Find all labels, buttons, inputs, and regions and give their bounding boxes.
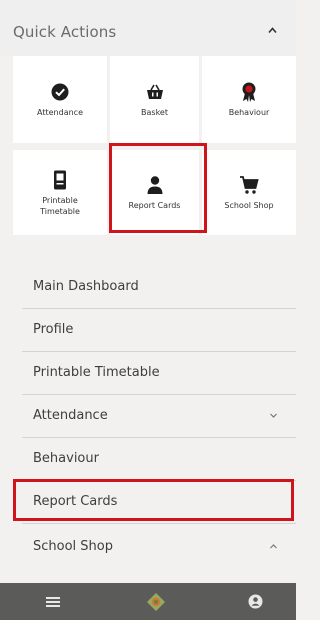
tile-basket[interactable]: Basket [110, 56, 199, 143]
menu-item-behaviour[interactable]: Behaviour [0, 438, 296, 480]
hamburger-menu-icon [46, 596, 60, 607]
report-cards-tile-highlight [109, 143, 207, 233]
menu-item-label: Behaviour [33, 451, 99, 466]
basket-icon [146, 84, 163, 99]
check-circle-icon [51, 83, 69, 101]
tile-label: School Shop [224, 201, 274, 210]
divider [22, 523, 296, 524]
tile-school-shop[interactable]: School Shop [202, 150, 296, 235]
tile-behaviour[interactable]: Behaviour [202, 56, 296, 143]
tile-label: Basket [141, 108, 168, 117]
menu-item-label: School Shop [33, 539, 113, 554]
report-cards-menu-highlight [13, 479, 294, 521]
school-logo-icon [147, 592, 165, 611]
menu-item-profile[interactable]: Profile [0, 309, 296, 351]
quick-actions-header[interactable]: Quick Actions [0, 0, 296, 56]
tile-label: Behaviour [228, 108, 270, 117]
menu-item-printable-timetable[interactable]: Printable Timetable [0, 352, 296, 394]
menu-item-label: Attendance [33, 408, 108, 423]
menu-item-school-shop[interactable]: School Shop [0, 526, 296, 568]
chevron-down-icon[interactable] [269, 411, 278, 420]
award-ribbon-icon [242, 82, 256, 102]
menu-item-label: Main Dashboard [33, 279, 139, 294]
chevron-up-icon[interactable] [267, 25, 278, 36]
tile-attendance[interactable]: Attendance [13, 56, 107, 143]
chevron-up-icon[interactable] [269, 542, 278, 551]
account-button[interactable] [240, 583, 270, 620]
menu-item-label: Profile [33, 322, 74, 337]
menu-item-main-dashboard[interactable]: Main Dashboard [0, 266, 296, 308]
home-logo-button[interactable] [139, 583, 173, 620]
printable-document-icon [54, 170, 66, 189]
tile-printable-timetable[interactable]: Printable Timetable [13, 150, 107, 235]
tile-label: Attendance [37, 108, 83, 117]
menu-item-attendance[interactable]: Attendance [0, 395, 296, 437]
tile-label: Printable Timetable [40, 195, 80, 216]
menu-item-label: Printable Timetable [33, 365, 160, 380]
quick-actions-title: Quick Actions [13, 23, 117, 41]
menu-button[interactable] [38, 583, 68, 620]
user-account-icon [248, 594, 262, 609]
bottom-nav-bar [0, 583, 296, 620]
shopping-cart-icon [240, 176, 259, 194]
